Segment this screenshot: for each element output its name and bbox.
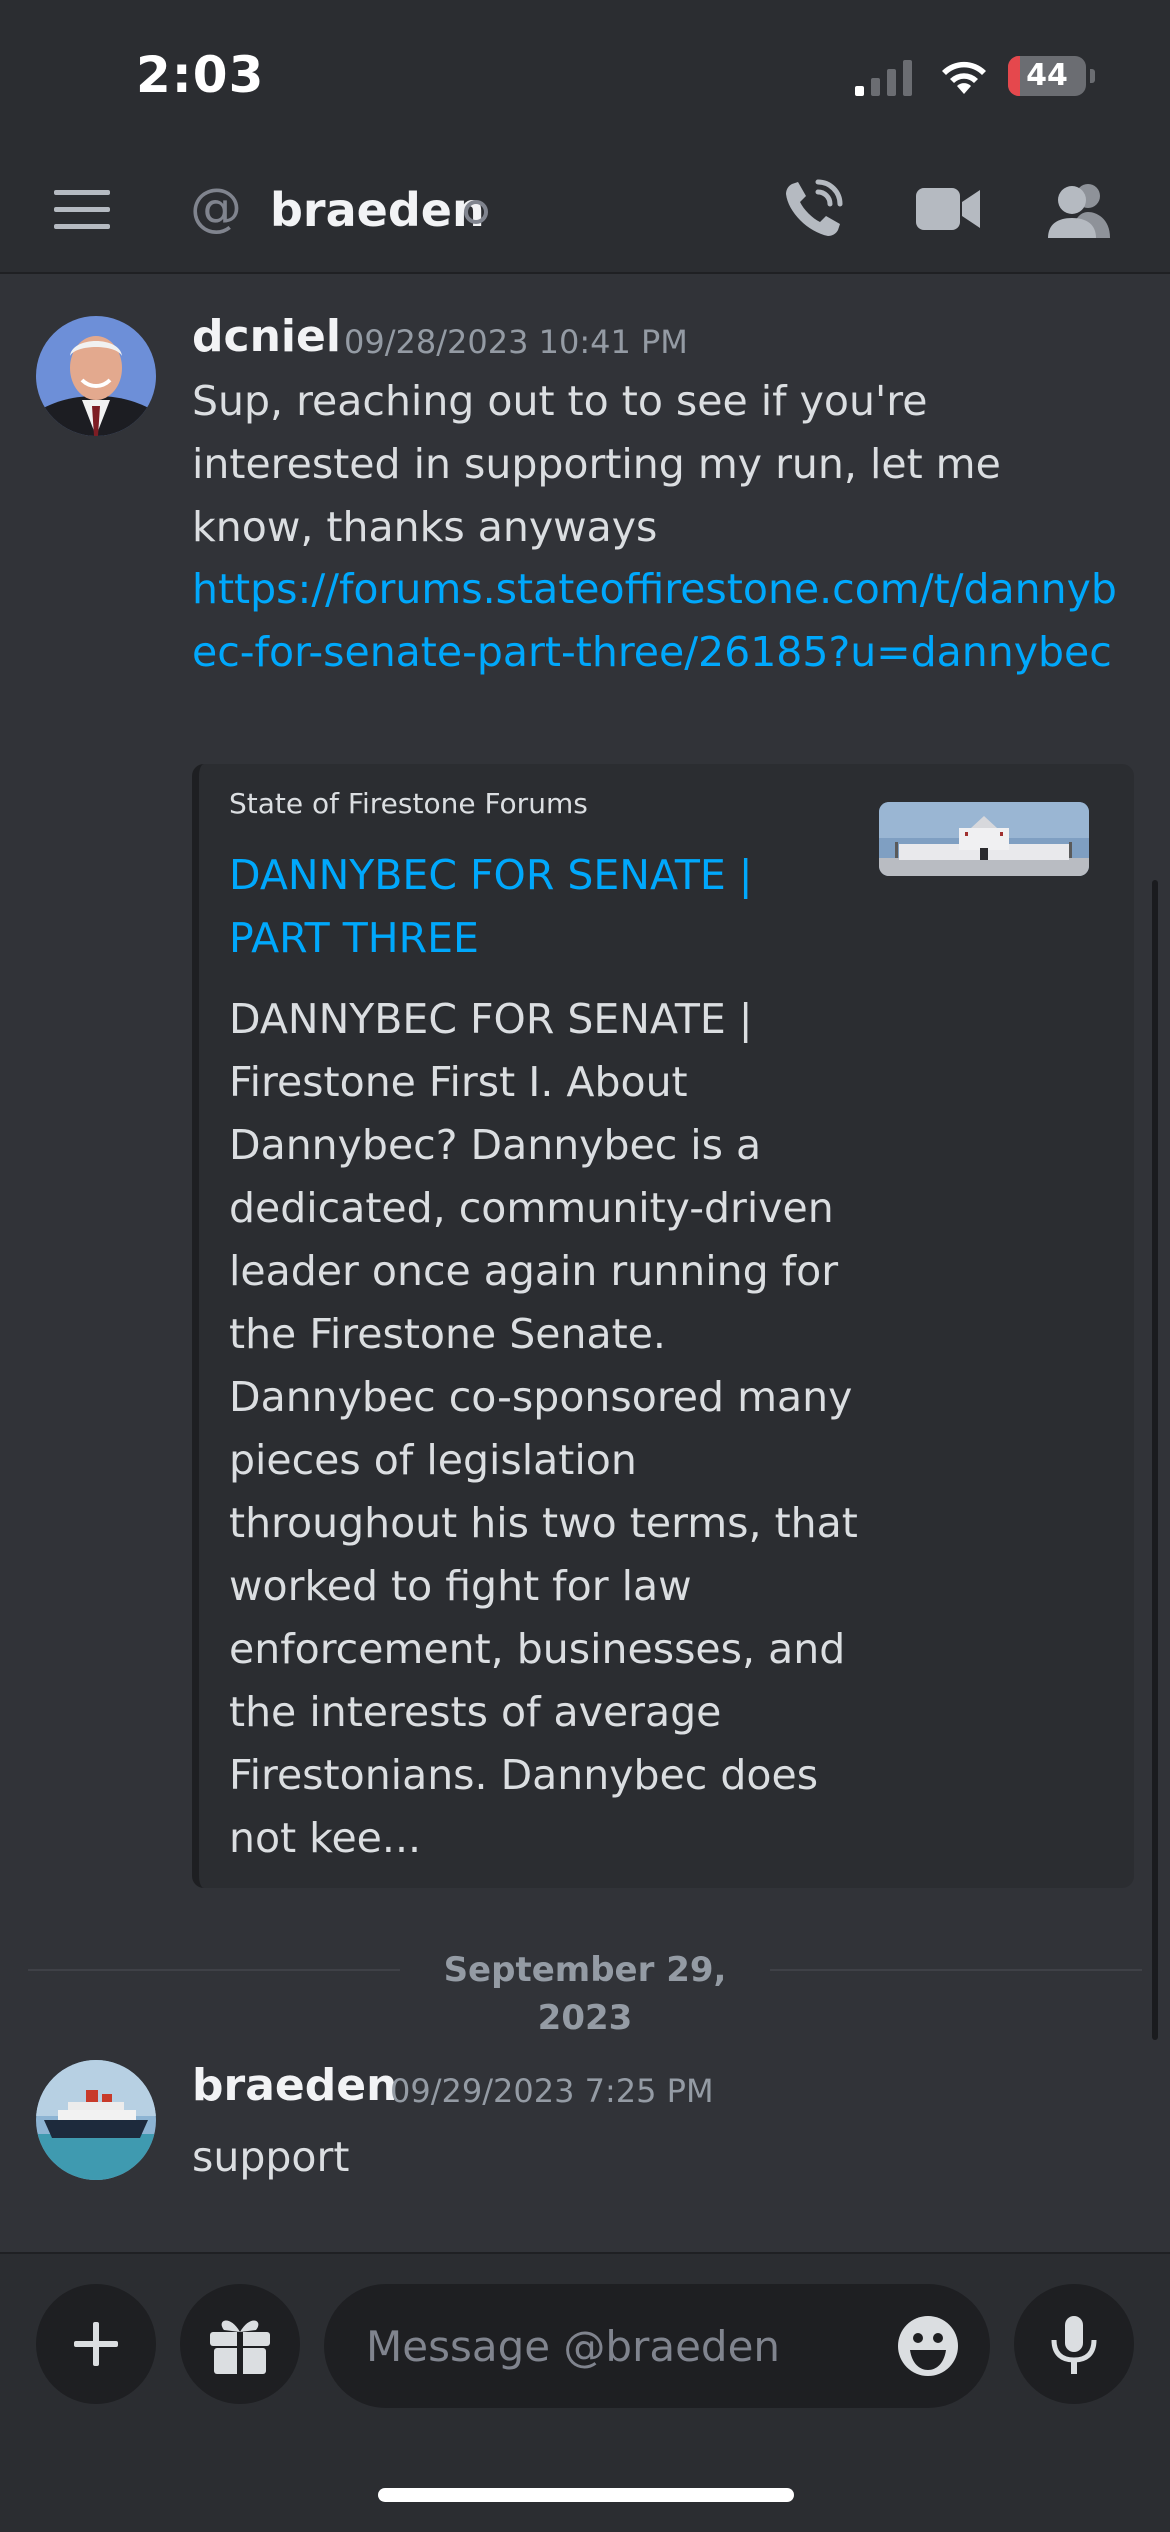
avatar-image bbox=[36, 316, 156, 436]
menu-icon[interactable] bbox=[52, 186, 112, 234]
call-icon[interactable] bbox=[782, 178, 844, 240]
voice-message-button[interactable] bbox=[1014, 2284, 1134, 2404]
home-indicator[interactable] bbox=[378, 2488, 794, 2502]
message-author[interactable]: braeden bbox=[192, 2058, 397, 2114]
battery-percent: 44 bbox=[1026, 58, 1068, 93]
avatar[interactable] bbox=[36, 316, 156, 436]
channel-header: @ braeden bbox=[0, 150, 1170, 274]
emoji-icon[interactable] bbox=[896, 2314, 960, 2378]
gift-button[interactable] bbox=[180, 2284, 300, 2404]
message-timestamp: 09/29/2023 7:25 PM bbox=[390, 2072, 714, 2110]
channel-name[interactable]: braeden bbox=[270, 180, 485, 240]
embed-title[interactable]: DANNYBEC FOR SENATE | PART THREE bbox=[229, 844, 849, 970]
wifi-icon bbox=[942, 61, 986, 94]
microphone-icon bbox=[1051, 2316, 1097, 2374]
message-text: Sup, reaching out to to see if you're in… bbox=[192, 377, 1001, 551]
at-icon: @ bbox=[190, 178, 242, 238]
status-time: 2:03 bbox=[136, 46, 265, 104]
avatar[interactable] bbox=[36, 2060, 156, 2180]
plus-icon bbox=[74, 2322, 118, 2366]
scrollbar[interactable] bbox=[1152, 880, 1158, 2040]
video-icon[interactable] bbox=[916, 184, 980, 234]
offline-status-icon bbox=[464, 200, 488, 224]
embed-thumbnail[interactable] bbox=[879, 802, 1089, 876]
cellular-signal-icon bbox=[855, 60, 912, 96]
battery-cap bbox=[1090, 69, 1095, 83]
date-divider: September 29, 2023 bbox=[400, 1946, 770, 2042]
message-input[interactable] bbox=[324, 2284, 990, 2408]
link-embed: State of Firestone Forums DANNYBEC FOR S… bbox=[192, 764, 1134, 1888]
message-timestamp: 09/28/2023 10:41 PM bbox=[344, 323, 688, 361]
message-author[interactable]: dcniel bbox=[192, 309, 341, 365]
battery-icon: 44 bbox=[1008, 56, 1086, 96]
add-attachment-button[interactable] bbox=[36, 2284, 156, 2404]
members-icon[interactable] bbox=[1048, 180, 1112, 240]
embed-provider[interactable]: State of Firestone Forums bbox=[229, 784, 588, 824]
message-link[interactable]: https://forums.stateoffirestone.com/t/da… bbox=[192, 558, 1132, 684]
embed-description: DANNYBEC FOR SENATE | Firestone First I.… bbox=[229, 995, 858, 1862]
capitol-building-image bbox=[879, 802, 1089, 876]
avatar-image bbox=[36, 2060, 156, 2180]
gift-icon bbox=[210, 2320, 270, 2376]
status-bar: 2:03 44 bbox=[0, 0, 1170, 150]
message-text: support bbox=[192, 2133, 350, 2181]
